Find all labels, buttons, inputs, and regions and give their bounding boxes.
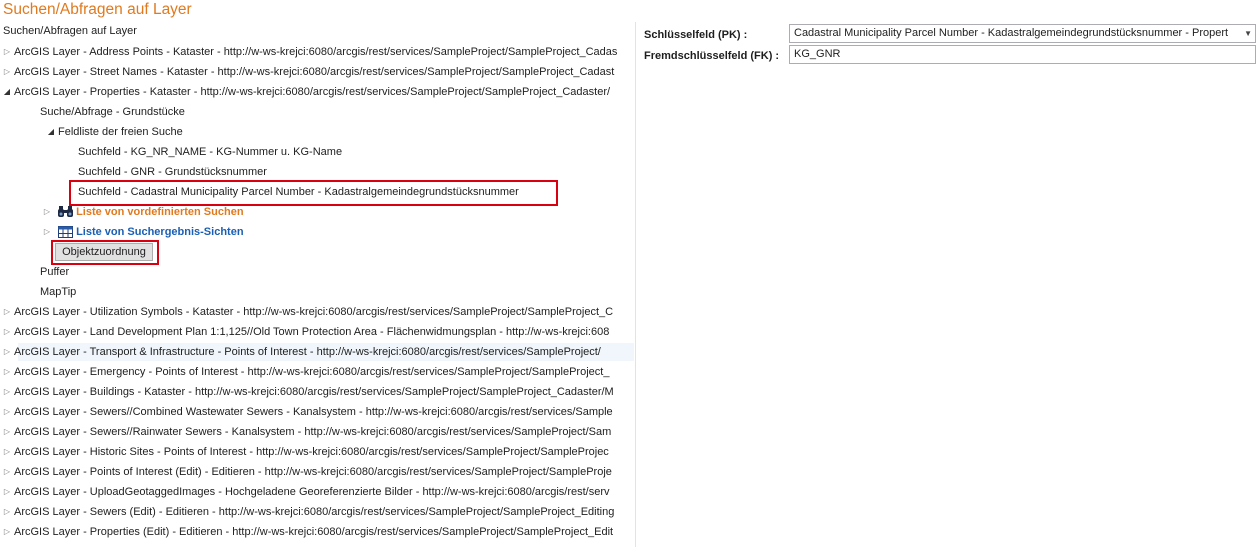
tree-item-label: ArcGIS Layer - Sewers//Rainwater Sewers … (14, 426, 612, 438)
collapse-arrow-icon[interactable]: ◢ (44, 123, 58, 141)
tree-item-search-field[interactable]: Suchfeld - GNR - Grundstücksnummer (78, 163, 634, 181)
pk-select-value: Cadastral Municipality Parcel Number - K… (794, 27, 1229, 39)
page-title: Suchen/Abfragen auf Layer (3, 1, 192, 18)
expand-arrow-icon[interactable]: ▷ (0, 443, 14, 461)
tree-item-label: ArcGIS Layer - Properties (Edit) - Editi… (14, 526, 614, 538)
expand-arrow-icon[interactable]: ▷ (0, 343, 14, 361)
expand-arrow-icon[interactable]: ▷ (0, 423, 14, 441)
expand-arrow-icon[interactable]: ▷ (0, 503, 14, 521)
tree-item-field-list[interactable]: ◢ Feldliste der freien Suche (44, 123, 634, 141)
tree-item-address-points[interactable]: ▷ ArcGIS Layer - Address Points - Kataste… (0, 43, 634, 61)
tree-item-buffer[interactable]: Puffer (40, 263, 634, 281)
tree-item-label: ArcGIS Layer - Transport & Infrastructur… (14, 346, 601, 358)
tree-item-layer[interactable]: ▷ ArcGIS Layer - Historic Sites - Points … (0, 443, 634, 461)
expand-arrow-icon[interactable]: ▷ (0, 323, 14, 341)
tree-item-layer[interactable]: ▷ ArcGIS Layer - Land Development Plan 1:… (0, 323, 634, 341)
expand-arrow-icon[interactable]: ▷ (0, 463, 14, 481)
pk-label: Schlüsselfeld (PK) : (644, 29, 748, 41)
table-view-icon (57, 225, 74, 239)
tree-item-label: ArcGIS Layer - Sewers (Edit) - Editieren… (14, 506, 615, 518)
expand-arrow-icon[interactable]: ▷ (0, 363, 14, 381)
tree-item-layer[interactable]: ▷ ArcGIS Layer - Utilization Symbols - Ka… (0, 303, 634, 321)
expand-arrow-icon[interactable]: ▷ (0, 63, 14, 81)
binoculars-icon (57, 205, 74, 219)
fk-label: Fremdschlüsselfeld (FK) : (644, 50, 780, 62)
tree-item-label: Feldliste der freien Suche (58, 126, 183, 138)
expand-arrow-icon[interactable]: ▷ (40, 223, 54, 241)
expand-arrow-icon[interactable]: ▷ (0, 383, 14, 401)
tree-item-street-names[interactable]: ▷ ArcGIS Layer - Street Names - Kataster … (0, 63, 634, 81)
tree-item-label: MapTip (40, 286, 77, 298)
expand-arrow-icon[interactable]: ▷ (0, 403, 14, 421)
tree-item-label: ArcGIS Layer - Properties - Kataster - h… (14, 86, 611, 98)
fk-field[interactable]: KG_GNR (789, 45, 1256, 64)
tree-item-label: ArcGIS Layer - UploadGeotaggedImages - H… (14, 486, 610, 498)
tree-item-label: ArcGIS Layer - Buildings - Kataster - ht… (14, 386, 614, 398)
expand-arrow-icon[interactable]: ▷ (0, 483, 14, 501)
tree-item-label: Liste von Suchergebnis-Sichten (76, 226, 244, 238)
tree-item-maptip[interactable]: MapTip (40, 283, 634, 301)
tree-item-layer[interactable]: ▷ ArcGIS Layer - Points of Interest (Edit… (0, 463, 634, 481)
tree-item-layer-hovered[interactable]: ▷ ArcGIS Layer - Transport & Infrastructu… (4, 343, 634, 361)
tree-item-layer[interactable]: ▷ ArcGIS Layer - Emergency - Points of In… (0, 363, 634, 381)
tree-item-layer[interactable]: ▷ ArcGIS Layer - Sewers//Combined Wastewa… (0, 403, 634, 421)
tree-item-label: ArcGIS Layer - Address Points - Kataster… (14, 46, 618, 58)
tree-item-layer[interactable]: ▷ ArcGIS Layer - Sewers (Edit) - Editiere… (0, 503, 634, 521)
tree-item-label: ArcGIS Layer - Historic Sites - Points o… (14, 446, 609, 458)
tree-item-label: ArcGIS Layer - Emergency - Points of Int… (14, 366, 610, 378)
chevron-down-icon[interactable]: ▼ (1244, 25, 1252, 42)
tree-item-label: ArcGIS Layer - Street Names - Kataster -… (14, 66, 615, 78)
tree-item-predefined-searches[interactable]: ▷ Liste von vordefinierten Suchen (40, 203, 634, 221)
tree-item-label: Suchfeld - GNR - Grundstücksnummer (78, 166, 267, 178)
tree-item-label: ArcGIS Layer - Utilization Symbols - Kat… (14, 306, 614, 318)
tree-item-layer[interactable]: ▷ ArcGIS Layer - UploadGeotaggedImages - … (0, 483, 634, 501)
tree-item-layer[interactable]: ▷ ArcGIS Layer - Properties (Edit) - Edit… (0, 523, 634, 541)
expand-arrow-icon[interactable]: ▷ (0, 43, 14, 61)
expand-arrow-icon[interactable]: ▷ (0, 523, 14, 541)
tree-item-label: Suchfeld - KG_NR_NAME - KG-Nummer u. KG-… (78, 146, 343, 158)
object-assignment-button[interactable]: Objektzuordnung (55, 243, 153, 261)
collapse-arrow-icon[interactable]: ◢ (0, 83, 14, 101)
layer-tree: ▷ ArcGIS Layer - Address Points - Kataste… (0, 42, 634, 547)
tree-item-label: ArcGIS Layer - Points of Interest (Edit)… (14, 466, 612, 478)
tree-root-label: Suchen/Abfragen auf Layer (3, 25, 137, 37)
tree-item-search-field[interactable]: Suchfeld - KG_NR_NAME - KG-Nummer u. KG-… (78, 143, 634, 161)
expand-arrow-icon[interactable]: ▷ (40, 203, 54, 221)
expand-arrow-icon[interactable]: ▷ (0, 303, 14, 321)
tree-item-search-query[interactable]: Suche/Abfrage - Grundstücke (40, 103, 634, 121)
tree-item-label: ArcGIS Layer - Sewers//Combined Wastewat… (14, 406, 613, 418)
tree-item-label: Suche/Abfrage - Grundstücke (40, 106, 185, 118)
tree-item-result-views[interactable]: ▷ Liste von Suchergebnis-Sichten (40, 223, 634, 241)
tree-item-layer[interactable]: ▷ ArcGIS Layer - Buildings - Kataster - h… (0, 383, 634, 401)
tree-item-properties[interactable]: ◢ ArcGIS Layer - Properties - Kataster - … (0, 83, 634, 101)
tree-item-label: ArcGIS Layer - Land Development Plan 1:1… (14, 326, 610, 338)
tree-item-label: Liste von vordefinierten Suchen (76, 206, 244, 218)
panel-divider (635, 22, 636, 547)
pk-select[interactable]: Cadastral Municipality Parcel Number - K… (789, 24, 1256, 43)
tree-item-search-field-selected[interactable]: Suchfeld - Cadastral Municipality Parcel… (78, 183, 634, 201)
tree-item-layer[interactable]: ▷ ArcGIS Layer - Sewers//Rainwater Sewers… (0, 423, 634, 441)
tree-item-label: Puffer (40, 266, 70, 278)
tree-item-label: Suchfeld - Cadastral Municipality Parcel… (78, 186, 519, 198)
